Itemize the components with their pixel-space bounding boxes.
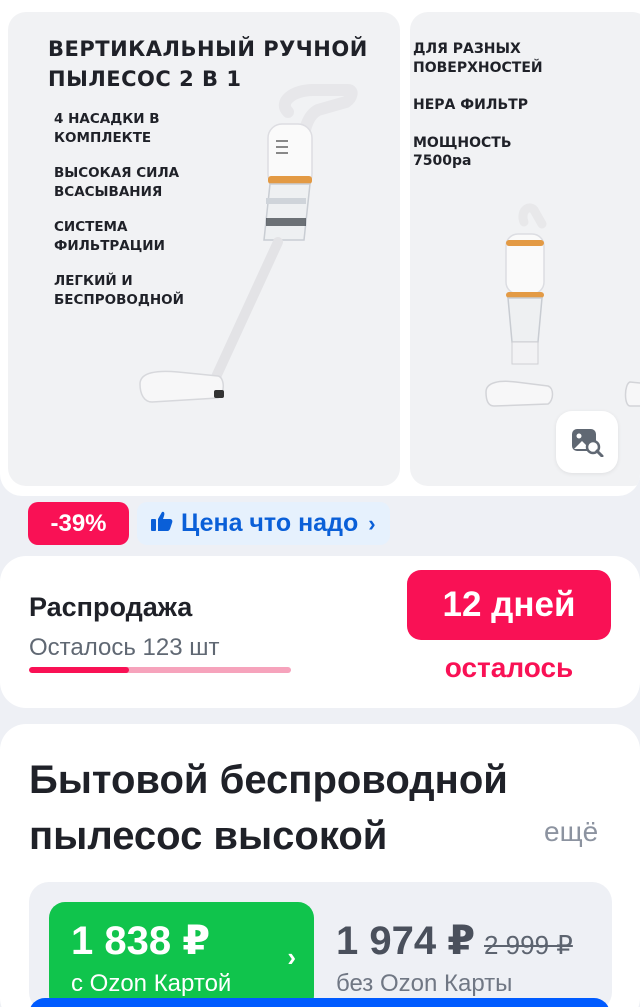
feature-item: ДЛЯ РАЗНЫХ ПОВЕРХНОСТЕЙ — [413, 40, 613, 77]
feature-text: 7500ра — [413, 153, 472, 169]
ozon-card-label: с Ozon Картой — [71, 970, 232, 997]
chevron-right-icon: › — [368, 510, 376, 536]
regular-price: 1 974 ₽ — [336, 919, 476, 963]
chevron-right-icon: › — [287, 942, 296, 972]
more-link[interactable]: ещё — [544, 816, 598, 848]
sale-title: Распродажа — [29, 592, 193, 622]
stock-remaining: Осталось 123 шт — [29, 634, 220, 661]
gallery-slide-1[interactable]: ВЕРТИКАЛЬНЫЙ РУЧНОЙ ПЫЛЕСОС 2 В 1 4 НАСА… — [8, 12, 400, 486]
sale-card: Распродажа Осталось 123 шт 12 дней остал… — [0, 556, 640, 708]
image-gallery[interactable]: ВЕРТИКАЛЬНЫЙ РУЧНОЙ ПЫЛЕСОС 2 В 1 4 НАСА… — [0, 0, 640, 496]
product-card: Бытовой беспроводной пылесос высокой ещё… — [0, 724, 640, 1007]
ozon-card-price-button[interactable]: 1 838 ₽ с Ozon Картой › — [49, 902, 314, 1007]
feature-text: ДЛЯ РАЗНЫХ — [413, 41, 521, 57]
vacuum-image — [485, 203, 640, 407]
feature-text: ПОВЕРХНОСТЕЙ — [413, 59, 543, 76]
image-search-button[interactable] — [556, 411, 618, 473]
price-badge-label: Цена что надо — [181, 509, 359, 537]
feature-item: МОЩНОСТЬ 7500ра — [413, 134, 613, 171]
days-left-label: осталось — [444, 652, 574, 683]
feature-text: НЕРА ФИЛЬТР — [413, 97, 528, 113]
vacuum-image — [139, 84, 358, 403]
regular-price-label: без Ozon Карты — [336, 970, 513, 997]
thumbs-up-icon — [151, 511, 173, 537]
badge-row: -39% Цена что надо › — [28, 502, 390, 545]
discount-badge: -39% — [28, 502, 129, 545]
old-price: 2 999 ₽ — [484, 930, 573, 960]
product-title-line: Бытовой беспроводной — [29, 758, 508, 802]
add-to-cart-button[interactable] — [29, 998, 610, 1007]
product-title-line: пылесос высокой — [29, 814, 388, 858]
feature-text: МОЩНОСТЬ — [413, 134, 512, 151]
product-title: Бытовой беспроводной пылесос высокой — [29, 752, 559, 864]
promo-title-line: ВЕРТИКАЛЬНЫЙ РУЧНОЙ — [48, 37, 368, 61]
stock-progress-fill — [29, 667, 129, 673]
price-box: 1 838 ₽ с Ozon Картой › 1 974 ₽ 2 999 ₽ … — [29, 882, 612, 1007]
stock-progress-bar — [29, 667, 291, 673]
image-search-icon — [572, 429, 604, 457]
price-badge-button[interactable]: Цена что надо › — [137, 502, 390, 545]
feature-list: ДЛЯ РАЗНЫХ ПОВЕРХНОСТЕЙ НЕРА ФИЛЬТР МОЩН… — [413, 40, 613, 190]
ozon-card-price: 1 838 ₽ — [71, 919, 211, 963]
days-left-badge: 12 дней — [407, 570, 611, 640]
feature-item: НЕРА ФИЛЬТР — [413, 96, 613, 115]
